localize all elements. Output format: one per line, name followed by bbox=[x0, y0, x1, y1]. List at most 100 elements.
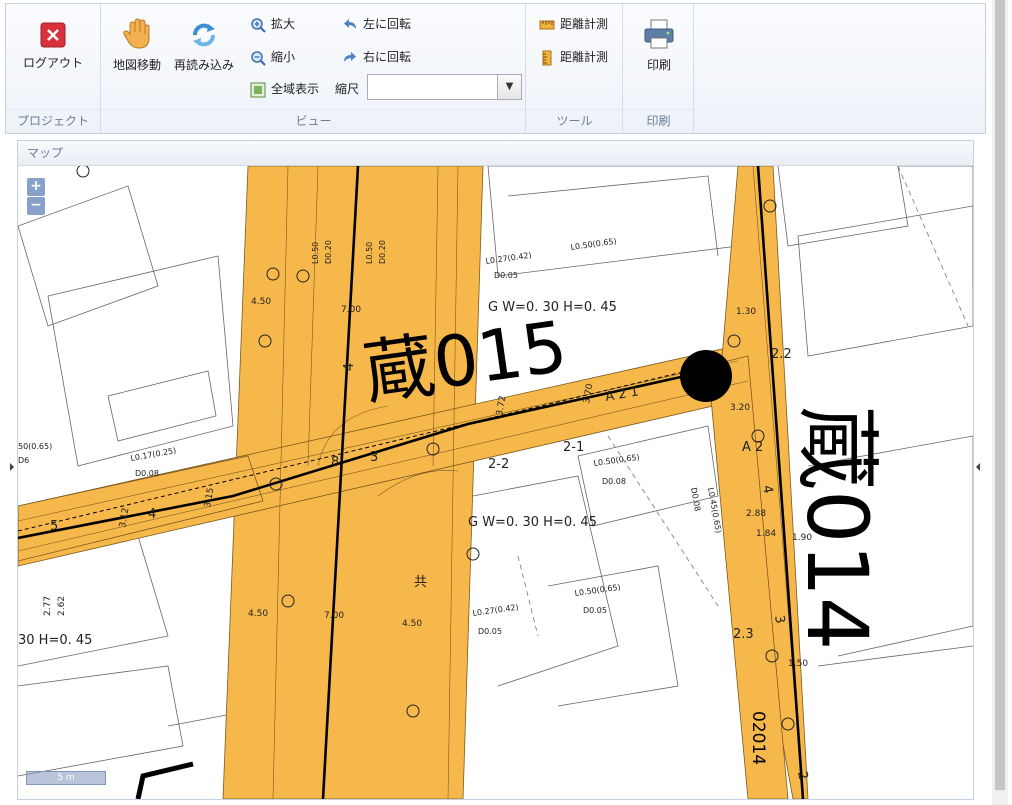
rotate-left-icon bbox=[344, 18, 356, 29]
group-project: ログアウト プロジェクト bbox=[6, 4, 101, 133]
segment-number: 2 bbox=[794, 770, 810, 781]
width-label: 1.50 bbox=[788, 659, 808, 669]
map-zoom-in-button[interactable]: + bbox=[27, 178, 45, 196]
pipe-label-3: 30 H=0. 45 bbox=[18, 633, 92, 648]
pipe-spec: L0.50 bbox=[365, 242, 374, 264]
zoom-in-button[interactable]: 拡大 bbox=[250, 14, 295, 34]
reload-button[interactable]: 再読み込み bbox=[168, 20, 240, 73]
rotate-left-button[interactable]: 左に回転 bbox=[342, 14, 411, 34]
pipe-spec: L0.17(0.25) bbox=[130, 446, 177, 463]
ruler-icon bbox=[539, 20, 555, 29]
group-label-view: ビュー bbox=[102, 109, 525, 131]
rotate-right-label: 右に回転 bbox=[363, 50, 412, 64]
map-svg: 蔵015 蔵014 02014 G W=0. 30 H=0. 45 G W=0.… bbox=[18, 166, 973, 799]
distance-measure-label-1: 距離計測 bbox=[560, 17, 609, 31]
pipe-spec: D0.20 bbox=[324, 240, 333, 264]
width-label: 4.50 bbox=[251, 297, 271, 307]
pipe-spec: 50(0.65) bbox=[18, 442, 52, 451]
pipe-spec: D0.08 bbox=[135, 469, 159, 478]
pipe-spec: L0.50(0.65) bbox=[574, 583, 621, 598]
zoom-in-label: 拡大 bbox=[271, 17, 296, 31]
lot-label: 2-1 bbox=[563, 440, 584, 455]
distance-measure-button-2[interactable]: 距離計測 bbox=[539, 47, 608, 67]
close-icon bbox=[40, 22, 66, 48]
ribbon-toolbar: ログアウト プロジェクト 地図移動 再読み込み 拡大 縮小 全域表示 左に回転 … bbox=[5, 3, 986, 134]
logout-button[interactable]: ログアウト bbox=[10, 22, 96, 71]
width-label: 1.30 bbox=[736, 307, 756, 317]
section-label: A 2 bbox=[742, 440, 763, 455]
map-panel-title: マップ bbox=[18, 141, 973, 166]
pipe-spec: L0.50 bbox=[311, 242, 320, 264]
printer-icon bbox=[644, 19, 674, 49]
collapse-right-arrow-icon[interactable] bbox=[976, 463, 980, 471]
handwritten-stroke bbox=[135, 761, 194, 799]
map-zoom-out-button[interactable]: − bbox=[27, 197, 45, 215]
full-extent-label: 全域表示 bbox=[271, 82, 320, 96]
width-label: 4.50 bbox=[402, 619, 422, 629]
lot-label: 2-2 bbox=[488, 457, 509, 472]
group-print: 印刷 印刷 bbox=[624, 4, 694, 133]
roads bbox=[18, 166, 809, 799]
zoom-in-icon bbox=[251, 17, 266, 33]
expand-left-arrow-icon[interactable] bbox=[10, 463, 14, 471]
ruler-vertical-icon bbox=[542, 50, 552, 65]
pipe-label-2: G W=0. 30 H=0. 45 bbox=[488, 300, 617, 315]
zoom-out-label: 縮小 bbox=[271, 50, 296, 64]
width-label: 2.62 bbox=[57, 596, 67, 616]
print-label: 印刷 bbox=[646, 58, 671, 72]
width-label: 2.88 bbox=[746, 509, 766, 519]
reload-label: 再読み込み bbox=[173, 58, 234, 72]
pipe-spec: D0.05 bbox=[478, 627, 502, 636]
width-label: 7.00 bbox=[341, 305, 361, 315]
pipe-spec: L0.27(0.42) bbox=[472, 603, 519, 618]
manhole-label-014: 蔵014 bbox=[788, 406, 886, 650]
app-window: ログアウト プロジェクト 地図移動 再読み込み 拡大 縮小 全域表示 左に回転 … bbox=[0, 0, 1012, 805]
group-label-project: プロジェクト bbox=[6, 109, 100, 131]
map-canvas[interactable]: 蔵015 蔵014 02014 G W=0. 30 H=0. 45 G W=0.… bbox=[18, 166, 973, 799]
page-scrollbar-thumb[interactable] bbox=[995, 0, 1005, 790]
pipe-label-1: G W=0. 30 H=0. 45 bbox=[468, 515, 597, 530]
area-label: 2.3 bbox=[733, 627, 754, 642]
width-label: 2.77 bbox=[43, 596, 53, 616]
hand-icon bbox=[123, 18, 150, 49]
area-label: 2.2 bbox=[771, 347, 792, 362]
logout-label: ログアウト bbox=[22, 56, 83, 70]
group-view: 地図移動 再読み込み 拡大 縮小 全域表示 左に回転 右に回転 縮尺 ▼ ビュー bbox=[102, 4, 526, 133]
rotate-right-button[interactable]: 右に回転 bbox=[342, 47, 411, 67]
width-label: 3.20 bbox=[730, 403, 750, 413]
pipe-spec: D0.08 bbox=[602, 477, 626, 486]
zoom-out-button[interactable]: 縮小 bbox=[250, 47, 295, 67]
manhole-marker[interactable] bbox=[680, 350, 732, 402]
scale-select[interactable]: ▼ bbox=[367, 74, 522, 100]
print-button[interactable]: 印刷 bbox=[630, 18, 688, 73]
scale-bar: 5 m bbox=[26, 771, 106, 785]
width-label: 4.50 bbox=[248, 609, 268, 619]
pipe-spec: L0.27(0.42) bbox=[485, 251, 532, 266]
hydrant-label: 共 bbox=[414, 575, 427, 590]
pipe-spec: D0.05 bbox=[583, 606, 607, 615]
pipe-spec: L0.50(0.65) bbox=[570, 237, 617, 252]
chevron-down-icon[interactable]: ▼ bbox=[497, 75, 521, 99]
pan-label: 地図移動 bbox=[112, 58, 161, 72]
rotate-left-label: 左に回転 bbox=[363, 17, 412, 31]
width-label: 7.00 bbox=[324, 611, 344, 621]
width-label: 1.84 bbox=[756, 529, 776, 539]
segment-number: 4 bbox=[342, 363, 357, 371]
distance-measure-button-1[interactable]: 距離計測 bbox=[539, 14, 608, 34]
group-label-tools: ツール bbox=[527, 109, 622, 131]
pipe-spec: D0.08 bbox=[689, 487, 702, 512]
segment-number: 8 bbox=[331, 455, 339, 470]
refresh-icon bbox=[193, 23, 215, 47]
pipe-spec: L0.50(0.65) bbox=[593, 453, 640, 468]
width-label: 1.90 bbox=[792, 533, 812, 543]
scale-label: 縮尺 bbox=[335, 82, 360, 96]
segment-number: 4 bbox=[148, 507, 156, 522]
rotate-right-icon bbox=[344, 51, 356, 62]
zoom-out-icon bbox=[251, 50, 266, 66]
segment-number: 3 bbox=[370, 450, 378, 465]
full-extent-button[interactable]: 全域表示 bbox=[250, 79, 319, 99]
pan-button[interactable]: 地図移動 bbox=[108, 18, 166, 73]
pipe-spec: D6 bbox=[18, 456, 29, 465]
manhole-sub-label: 02014 bbox=[748, 711, 768, 765]
group-tools: 距離計測 距離計測 ツール bbox=[527, 4, 623, 133]
